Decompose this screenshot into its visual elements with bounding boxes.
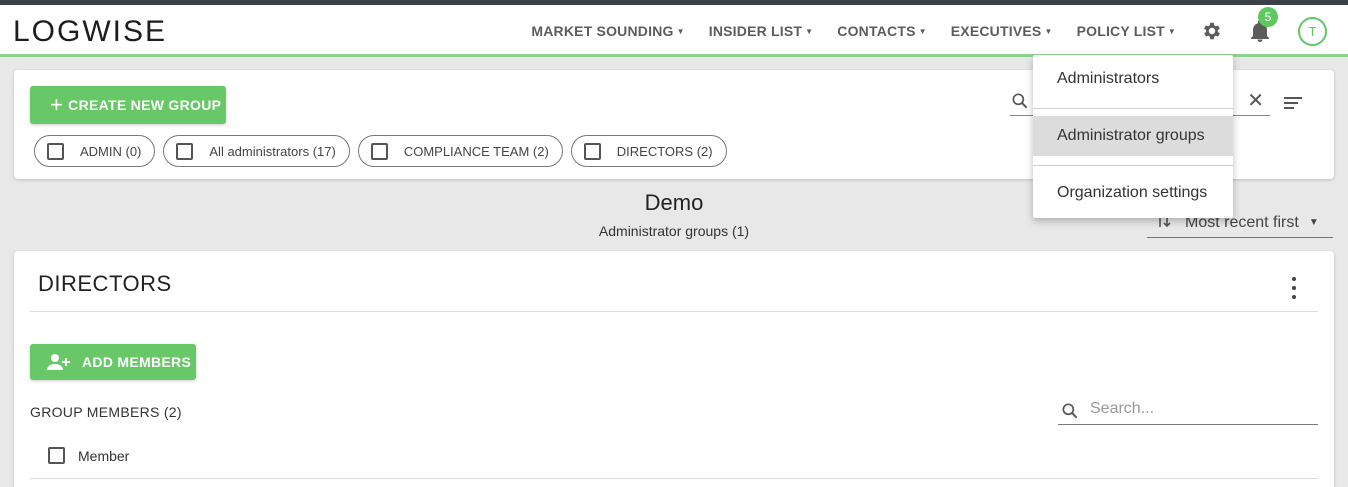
menu-item-organization-settings[interactable]: Organization settings	[1033, 173, 1233, 213]
checkbox[interactable]	[176, 142, 194, 160]
caret-down-icon: ▼	[676, 26, 685, 36]
create-button-label: CREATE NEW GROUP	[68, 97, 222, 113]
filter-lines-icon[interactable]	[1284, 95, 1304, 111]
select-all-checkbox[interactable]	[48, 447, 65, 464]
nav-policy-list[interactable]: POLICY LIST ▼	[1077, 23, 1176, 39]
caret-down-icon: ▼	[1167, 26, 1176, 36]
chip-admin[interactable]: ADMIN (0)	[34, 135, 156, 167]
add-person-icon	[47, 354, 70, 370]
nav-insider-list[interactable]: INSIDER LIST ▼	[709, 23, 814, 39]
nav-label: INSIDER LIST	[708, 23, 803, 39]
search-icon	[1012, 93, 1028, 109]
menu-item-administrator-groups[interactable]: Administrator groups	[1033, 116, 1233, 156]
checkbox[interactable]	[583, 142, 601, 160]
caret-down-icon: ▼	[918, 26, 927, 36]
logo[interactable]: LOGWISE	[13, 15, 167, 49]
member-search-input[interactable]: Search...	[1058, 394, 1318, 425]
nav-contacts[interactable]: CONTACTS ▼	[837, 23, 926, 39]
search-placeholder: Search...	[1090, 400, 1155, 417]
divider	[30, 311, 1318, 312]
main-nav: MARKET SOUNDING ▼ INSIDER LIST ▼ CONTACTS ▼…	[531, 5, 1348, 57]
bell-icon[interactable]: 5	[1248, 7, 1278, 43]
notification-badge: 5	[1258, 7, 1278, 27]
nav-market-sounding[interactable]: MARKET SOUNDING ▼	[531, 23, 684, 39]
search-icon	[1062, 403, 1078, 419]
chip-label: COMPLIANCE TEAM (2)	[403, 143, 549, 159]
column-header-member: Member	[78, 447, 130, 464]
add-members-label: ADD MEMBERS	[82, 354, 192, 370]
nav-executives[interactable]: EXECUTIVES ▼	[951, 23, 1053, 39]
more-vert-icon[interactable]	[1286, 277, 1302, 299]
nav-label: EXECUTIVES	[950, 23, 1042, 39]
settings-dropdown-menu: Administrators Administrator groups Orga…	[1033, 55, 1233, 218]
chip-compliance-team[interactable]: COMPLIANCE TEAM (2)	[357, 135, 563, 167]
divider	[30, 478, 1318, 479]
table-header-row: Member	[48, 447, 129, 464]
plus-icon: +	[50, 92, 64, 117]
chip-label: ADMIN (0)	[80, 143, 142, 159]
chip-all-administrators[interactable]: All administrators (17)	[163, 135, 350, 167]
caret-down-icon: ▼	[805, 26, 814, 36]
gear-icon[interactable]	[1200, 19, 1224, 43]
add-members-button[interactable]: ADD MEMBERS	[30, 344, 196, 380]
chip-directors[interactable]: DIRECTORS (2)	[570, 135, 727, 167]
menu-divider	[1033, 165, 1233, 166]
chip-label: DIRECTORS (2)	[616, 143, 713, 159]
group-name: DIRECTORS	[38, 271, 172, 296]
nav-label: CONTACTS	[837, 23, 916, 39]
group-members-label: GROUP MEMBERS (2)	[30, 404, 182, 420]
nav-label: MARKET SOUNDING	[531, 23, 674, 39]
nav-label: POLICY LIST	[1076, 23, 1165, 39]
checkbox[interactable]	[47, 142, 64, 160]
menu-divider	[1033, 108, 1233, 109]
caret-down-icon: ▼	[1044, 26, 1053, 36]
avatar[interactable]: T	[1298, 16, 1327, 46]
checkbox[interactable]	[370, 142, 388, 160]
chip-label: All administrators (17)	[209, 143, 336, 159]
close-icon[interactable]: ✕	[1247, 88, 1264, 113]
app-header: LOGWISE MARKET SOUNDING ▼ INSIDER LIST ▼ C…	[0, 5, 1348, 57]
group-filter-chips: ADMIN (0) All administrators (17) COMPLI…	[34, 135, 735, 167]
chevron-down-icon: ▼	[1308, 217, 1319, 228]
group-card: DIRECTORS ADD MEMBERS GROUP MEMBERS (2) …	[14, 251, 1334, 487]
create-new-group-button[interactable]: + CREATE NEW GROUP	[30, 86, 226, 124]
menu-item-administrators[interactable]: Administrators	[1033, 59, 1233, 99]
page-subtitle: Administrator groups (1)	[598, 223, 750, 239]
